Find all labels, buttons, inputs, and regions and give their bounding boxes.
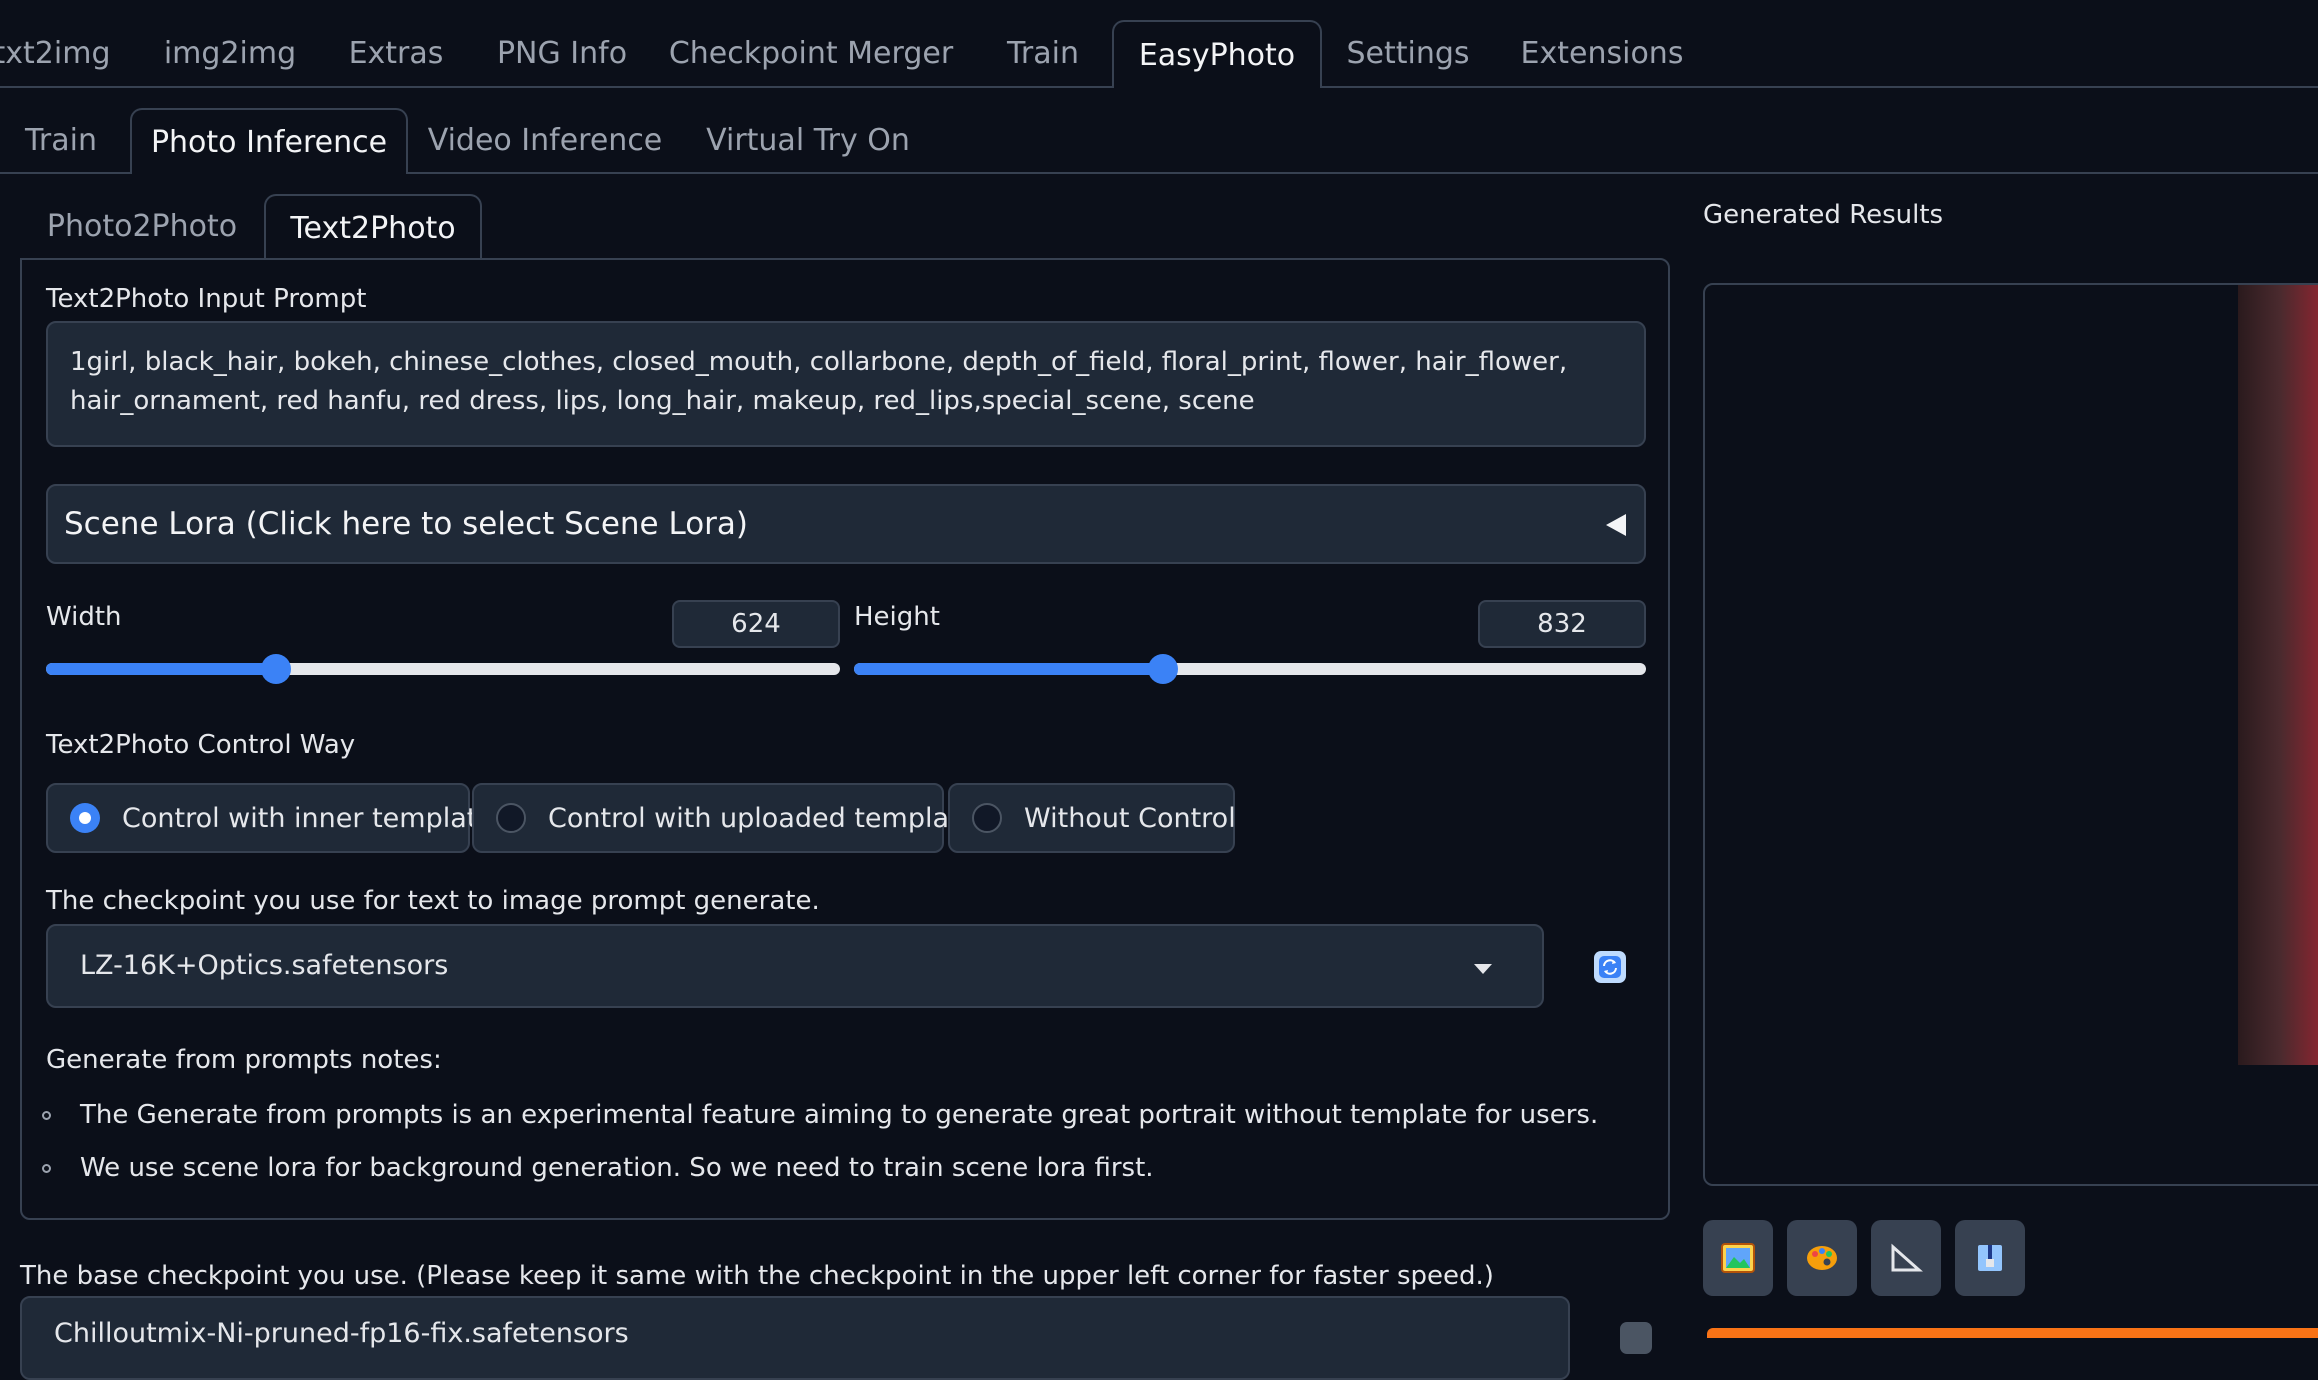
generated-results-label: Generated Results [1703, 200, 1944, 230]
refresh-icon [1599, 956, 1621, 978]
note-text: We use scene lora for background generat… [80, 1153, 1154, 1183]
height-label: Height [854, 602, 940, 632]
width-slider-fill [46, 663, 277, 675]
save-zip-button[interactable] [1955, 1220, 2025, 1296]
collapse-triangle-icon [1606, 514, 1626, 536]
generated-results-gallery[interactable] [1703, 283, 2318, 1186]
bullet-icon [42, 1164, 51, 1173]
height-slider-thumb[interactable] [1147, 654, 1178, 684]
zip-icon [1978, 1245, 2002, 1271]
tab-train[interactable]: Train [992, 20, 1094, 86]
radio-inner-template[interactable]: Control with inner template [46, 783, 494, 853]
tab-train-sub[interactable]: Train [8, 108, 114, 172]
width-number-input[interactable]: 624 [672, 600, 840, 648]
scene-lora-accordion[interactable]: Scene Lora (Click here to select Scene L… [46, 484, 1646, 564]
notes-label: Generate from prompts notes: [46, 1045, 442, 1075]
tab-txt2img[interactable]: txt2img [0, 20, 110, 86]
tab-img2img[interactable]: img2img [160, 20, 300, 86]
tab-extensions[interactable]: Extensions [1520, 20, 1684, 86]
checkpoint-prompt-dropdown[interactable]: LZ-16K+Optics.safetensors [46, 924, 1544, 1008]
chevron-down-icon [1474, 964, 1492, 974]
tab-text2photo[interactable]: Text2Photo [264, 194, 482, 260]
radio-label-inner-template: Control with inner template [122, 802, 494, 834]
radio-without-control[interactable]: Without Control [948, 783, 1236, 853]
ruler-triangle-icon [1891, 1243, 1923, 1272]
generate-button[interactable] [1707, 1328, 2318, 1338]
radio-dot-inner-template [70, 803, 100, 833]
main-tab-bar: txt2img img2img Extras PNG Info Checkpoi… [0, 20, 2318, 88]
radio-dot-uploaded-template [496, 803, 526, 833]
tab-photo2photo[interactable]: Photo2Photo [30, 194, 254, 258]
send-to-img2img-button[interactable] [1703, 1220, 1773, 1296]
sub-tab-bar: Train Photo Inference Video Inference Vi… [0, 108, 2318, 174]
mode-tab-bar: Photo2Photo Text2Photo [0, 194, 1670, 260]
height-number-input[interactable]: 832 [1478, 600, 1646, 648]
refresh-base-checkpoint-button[interactable] [1620, 1322, 1652, 1354]
radio-label-without-control: Without Control [1024, 802, 1236, 834]
base-checkpoint-dropdown[interactable]: Chilloutmix-Ni-pruned-fp16-fix.safetenso… [20, 1296, 1570, 1380]
base-checkpoint-label: The base checkpoint you use. (Please kee… [20, 1261, 1494, 1291]
note-text: The Generate from prompts is an experime… [80, 1100, 1599, 1130]
height-slider[interactable] [854, 654, 1646, 684]
send-to-inpaint-button[interactable] [1787, 1220, 1857, 1296]
checkpoint-prompt-label: The checkpoint you use for text to image… [46, 886, 820, 916]
width-slider[interactable] [46, 654, 840, 684]
radio-dot-without-control [972, 803, 1002, 833]
bullet-icon [42, 1111, 51, 1120]
width-label: Width [46, 602, 122, 632]
send-to-extras-button[interactable] [1871, 1220, 1941, 1296]
radio-uploaded-template[interactable]: Control with uploaded template [472, 783, 976, 853]
image-icon [1721, 1243, 1755, 1273]
tab-png-info[interactable]: PNG Info [492, 20, 632, 86]
tab-video-inference[interactable]: Video Inference [424, 108, 666, 172]
tab-checkpoint-merger[interactable]: Checkpoint Merger [669, 20, 953, 86]
radio-label-uploaded-template: Control with uploaded template [548, 802, 977, 834]
tab-easyphoto[interactable]: EasyPhoto [1112, 20, 1322, 88]
scene-lora-label: Scene Lora (Click here to select Scene L… [64, 506, 749, 542]
palette-icon [1807, 1246, 1837, 1270]
refresh-checkpoint-button[interactable] [1594, 951, 1626, 983]
prompt-text: 1girl, black_hair, bokeh, chinese_clothe… [70, 347, 1568, 416]
prompt-textarea[interactable]: 1girl, black_hair, bokeh, chinese_clothe… [46, 321, 1646, 447]
height-slider-fill [854, 663, 1163, 675]
checkpoint-prompt-value: LZ-16K+Optics.safetensors [80, 950, 449, 981]
tab-settings[interactable]: Settings [1340, 20, 1476, 86]
tab-extras[interactable]: Extras [345, 20, 447, 86]
width-slider-thumb[interactable] [261, 654, 292, 684]
tab-virtual-try-on[interactable]: Virtual Try On [690, 108, 926, 172]
control-way-label: Text2Photo Control Way [46, 730, 356, 760]
generated-photo-thumbnail[interactable] [2238, 285, 2318, 1065]
tab-photo-inference[interactable]: Photo Inference [130, 108, 408, 174]
text2photo-panel: Text2Photo Input Prompt 1girl, black_hai… [20, 258, 1670, 1220]
prompt-label: Text2Photo Input Prompt [46, 284, 367, 314]
